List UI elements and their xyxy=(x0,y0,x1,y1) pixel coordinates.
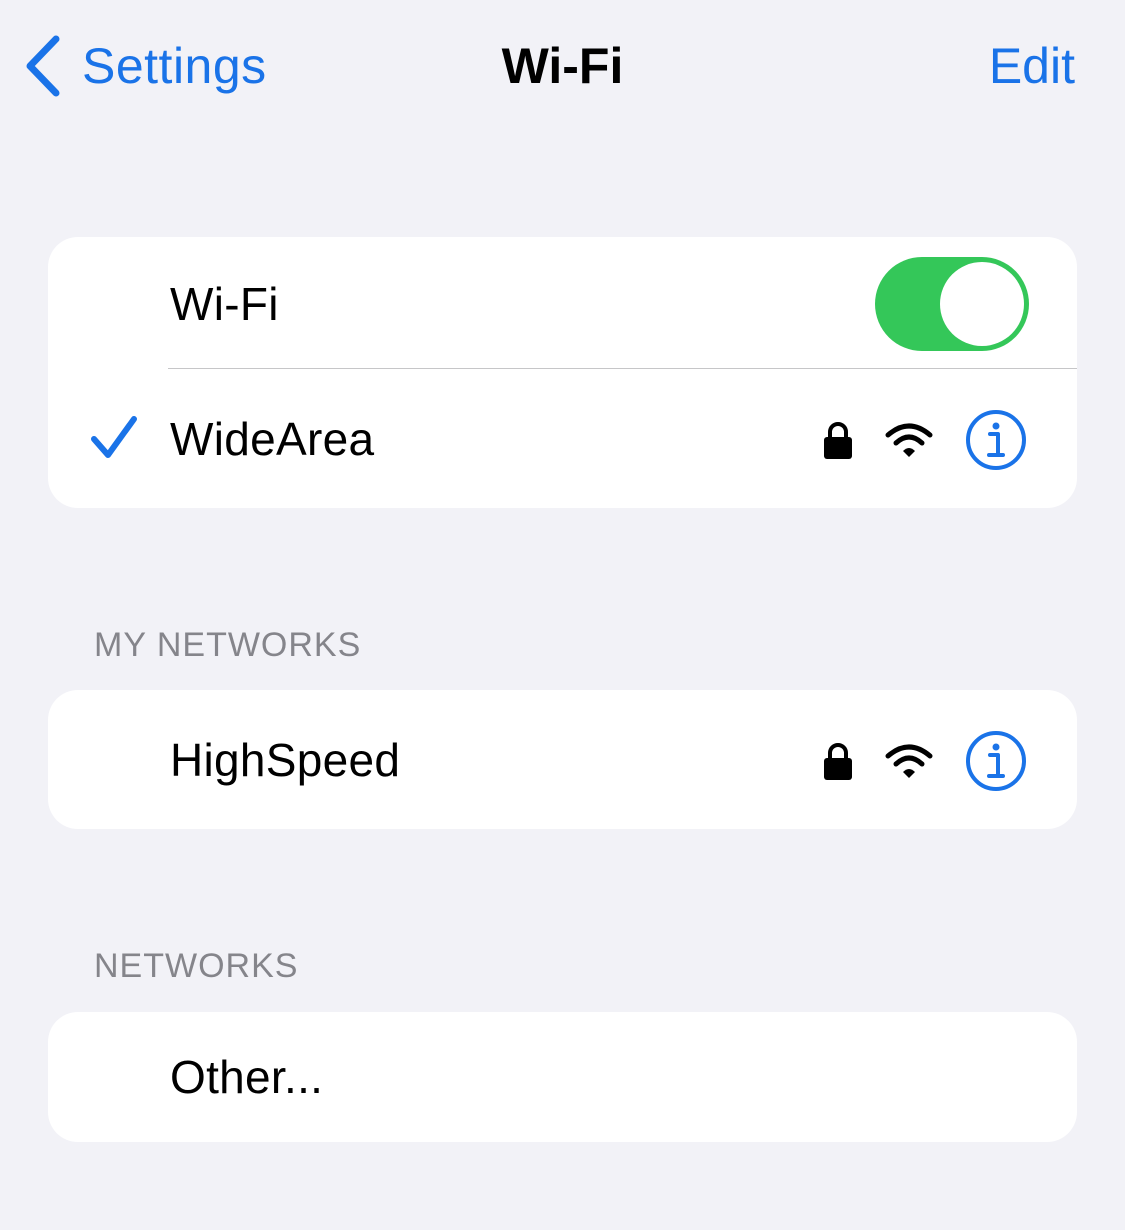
section-header-my-networks: MY NETWORKS xyxy=(94,626,362,664)
wifi-signal-icon xyxy=(885,423,933,457)
info-icon[interactable] xyxy=(965,409,1027,471)
other-network-label: Other... xyxy=(170,1051,324,1103)
toggle-knob xyxy=(940,262,1024,346)
wifi-toggle-switch[interactable] xyxy=(875,257,1029,351)
lock-icon xyxy=(824,743,852,780)
network-row-widearea[interactable]: WideArea xyxy=(48,369,1077,508)
section-header-networks: NETWORKS xyxy=(94,947,299,985)
my-networks-group: HighSpeed xyxy=(48,690,1077,829)
network-name: WideArea xyxy=(170,413,375,465)
wifi-group: Wi-Fi WideArea xyxy=(48,237,1077,508)
wifi-toggle-row: Wi-Fi xyxy=(48,237,1077,369)
network-row-other[interactable]: Other... xyxy=(48,1012,1077,1142)
navigation-bar: Settings Wi-Fi Edit xyxy=(0,0,1125,135)
networks-group: Other... xyxy=(48,1012,1077,1142)
info-icon[interactable] xyxy=(965,730,1027,792)
network-row-highspeed[interactable]: HighSpeed xyxy=(48,690,1077,829)
page-title: Wi-Fi xyxy=(501,38,624,94)
edit-button[interactable]: Edit xyxy=(989,38,1075,94)
network-name: HighSpeed xyxy=(170,734,401,786)
checkmark-icon xyxy=(91,416,137,458)
lock-icon xyxy=(824,422,852,459)
wifi-signal-icon xyxy=(885,744,933,778)
wifi-toggle-label: Wi-Fi xyxy=(170,278,279,330)
